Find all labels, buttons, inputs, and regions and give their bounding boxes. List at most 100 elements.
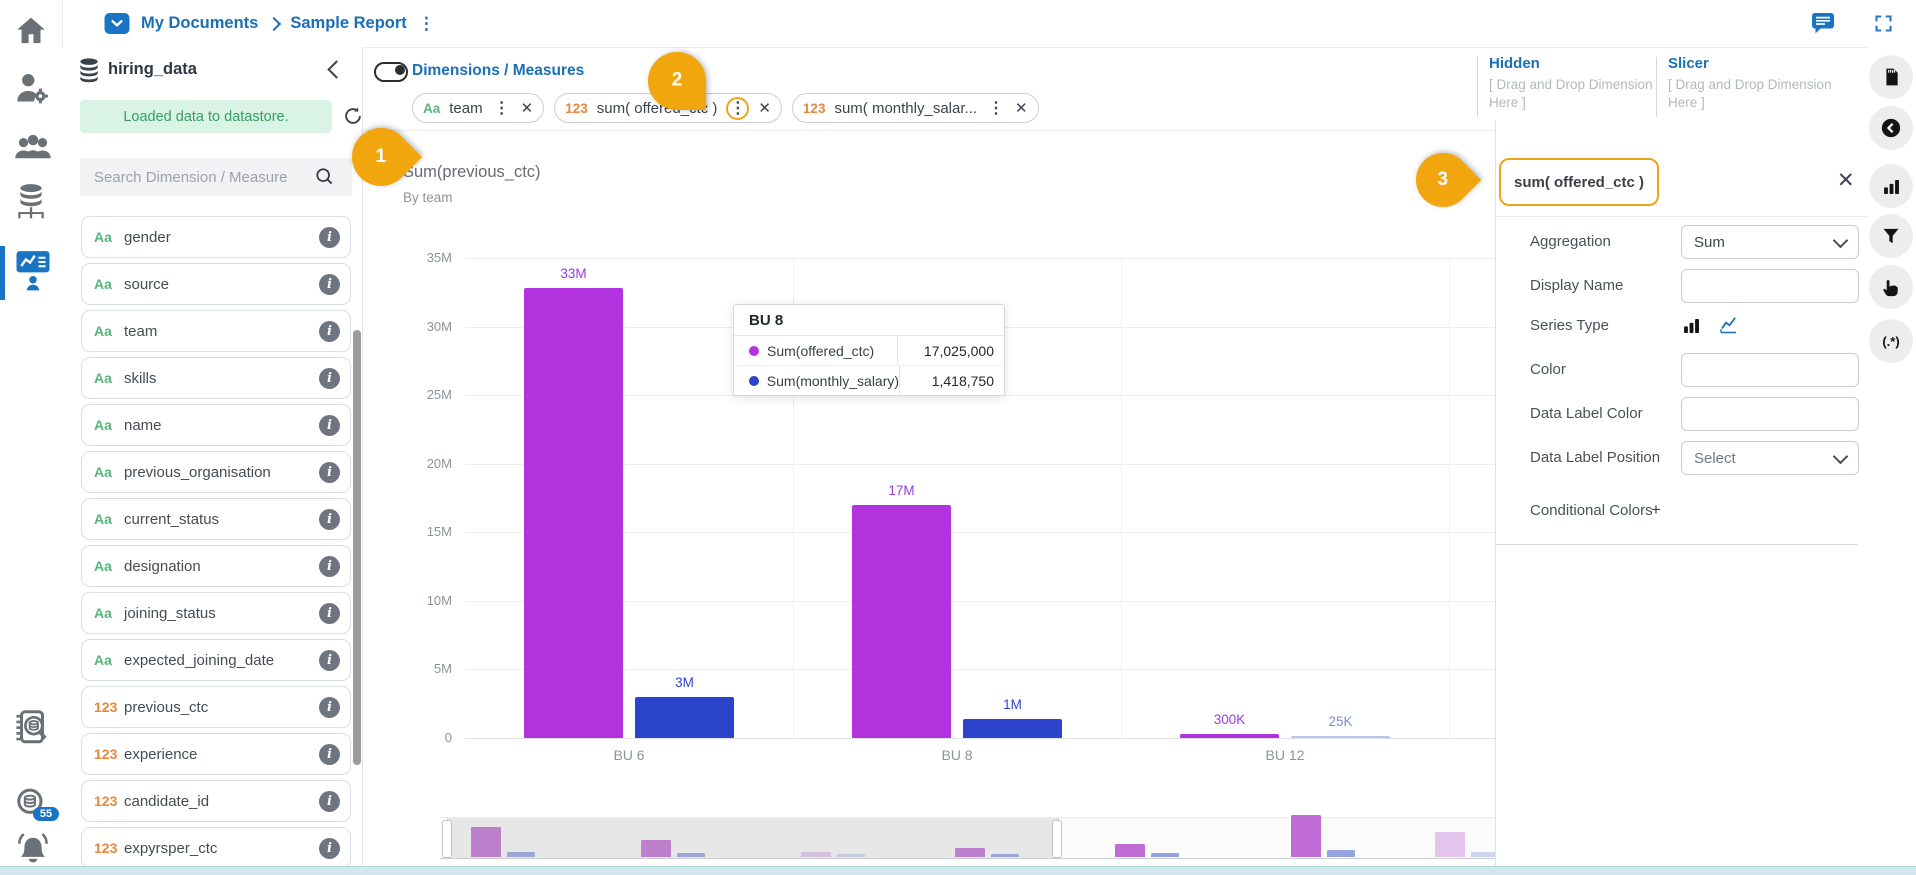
field-name[interactable]: Aanamei [81, 404, 351, 446]
display-name-input[interactable] [1681, 269, 1859, 303]
field-skills[interactable]: Aaskillsi [81, 357, 351, 399]
field-expyrsper_ctc[interactable]: 123expyrsper_ctci [81, 827, 351, 869]
datastore-icon[interactable] [14, 182, 48, 224]
chip-remove-icon[interactable]: ✕ [521, 99, 534, 117]
info-icon[interactable]: i [319, 556, 340, 577]
bar-BU 12-Sum(monthly_salary)[interactable] [1291, 736, 1390, 738]
field-name: expected_joining_date [124, 652, 319, 669]
fields-scrollbar[interactable] [353, 330, 361, 765]
info-icon[interactable]: i [319, 274, 340, 295]
groups-icon[interactable] [14, 132, 52, 164]
add-conditional-color-button[interactable]: + [1651, 500, 1661, 520]
bar-chart-icon [1881, 176, 1902, 197]
chip-menu-icon[interactable]: ⋮ [492, 98, 512, 118]
info-icon[interactable]: i [319, 697, 340, 718]
y-axis-tick: 15M [398, 524, 452, 539]
back-button[interactable] [1869, 106, 1913, 150]
selected-measure-title: sum( offered_ctc ) [1499, 158, 1659, 206]
field-joining_status[interactable]: Aajoining_statusi [81, 592, 351, 634]
info-icon[interactable]: i [319, 415, 340, 436]
info-icon[interactable]: i [319, 744, 340, 765]
field-experience[interactable]: 123experiencei [81, 733, 351, 775]
annotation-pin-2: 2 [648, 52, 706, 110]
breadcrumb-report-name[interactable]: Sample Report [290, 14, 406, 33]
refresh-data-button[interactable] [340, 103, 366, 129]
y-axis-tick: 0 [398, 730, 452, 745]
info-icon[interactable]: i [319, 791, 340, 812]
folder-icon[interactable] [104, 12, 130, 35]
chip-sum-monthly-salar-[interactable]: 123sum( monthly_salar...⋮✕ [792, 93, 1039, 123]
slicer-dropzone-title: Slicer [1668, 55, 1709, 72]
data-label-position-select[interactable]: Select [1681, 441, 1859, 475]
chart-type-button[interactable] [1869, 164, 1913, 208]
chart-navigator[interactable] [440, 817, 1495, 859]
field-source[interactable]: Aasourcei [81, 263, 351, 305]
field-expected_joining_date[interactable]: Aaexpected_joining_datei [81, 639, 351, 681]
close-panel-icon[interactable]: ✕ [1837, 168, 1855, 193]
info-icon[interactable]: i [319, 838, 340, 859]
field-team[interactable]: Aateami [81, 310, 351, 352]
navigator-left-handle[interactable] [442, 820, 452, 858]
aggregation-select[interactable]: Sum [1681, 225, 1859, 259]
app-window: My Documents Sample Report ⋮ 55 hiring_d… [0, 0, 1916, 875]
home-icon[interactable] [14, 14, 48, 48]
collapse-panel-icon[interactable] [327, 60, 345, 78]
bar-series-icon[interactable] [1681, 315, 1702, 336]
data-dictionary-search-icon[interactable] [14, 708, 50, 750]
bar-BU 8-Sum(monthly_salary)[interactable] [963, 719, 1062, 738]
slicer-dropzone-hint[interactable]: [ Drag and Drop Dimension Here ] [1668, 76, 1836, 112]
user-settings-icon[interactable] [14, 70, 50, 106]
report-builder-icon[interactable] [14, 248, 52, 292]
tooltip-row: Sum(offered_ctc)17,025,000 [734, 336, 1004, 366]
info-icon[interactable]: i [319, 368, 340, 389]
notifications-bell-icon[interactable] [14, 826, 52, 864]
data-label-color-input[interactable] [1681, 397, 1859, 431]
field-designation[interactable]: Aadesignationi [81, 545, 351, 587]
report-menu-icon[interactable]: ⋮ [418, 14, 435, 34]
info-icon[interactable]: i [319, 650, 340, 671]
navigator-right-handle[interactable] [1052, 820, 1062, 858]
tooltip-series-value: 1,418,750 [899, 366, 1004, 395]
line-series-icon[interactable] [1718, 314, 1743, 336]
tooltip-series-value: 17,025,000 [897, 336, 1004, 365]
field-name: joining_status [124, 605, 319, 622]
info-icon[interactable]: i [319, 603, 340, 624]
dimensions-toggle[interactable] [374, 62, 408, 82]
bar-BU 8-Sum(offered_ctc)[interactable] [852, 505, 951, 738]
chip-menu-icon[interactable]: ⋮ [726, 97, 749, 120]
number-type-icon: 123 [94, 699, 124, 715]
tooltip-row: Sum(monthly_salary)1,418,750 [734, 366, 1004, 395]
back-arrow-icon [1880, 117, 1902, 139]
info-icon[interactable]: i [319, 509, 340, 530]
breadcrumb-my-documents[interactable]: My Documents [141, 14, 258, 33]
bar-BU 6-Sum(offered_ctc)[interactable] [524, 288, 623, 738]
search-input[interactable] [92, 168, 314, 187]
x-axis-label: BU 6 [569, 747, 689, 763]
fullscreen-icon[interactable] [1873, 13, 1894, 34]
filter-button[interactable] [1869, 214, 1913, 258]
info-icon[interactable]: i [319, 462, 340, 483]
field-previous_ctc[interactable]: 123previous_ctci [81, 686, 351, 728]
info-icon[interactable]: i [319, 321, 340, 342]
search-icon[interactable] [314, 166, 336, 188]
select-tool-button[interactable] [1869, 265, 1913, 309]
bar-BU 12-Sum(offered_ctc)[interactable] [1180, 734, 1279, 738]
regex-button[interactable]: (.*) [1869, 319, 1913, 363]
hidden-dropzone-hint[interactable]: [ Drag and Drop Dimension Here ] [1489, 76, 1657, 112]
chip-menu-icon[interactable]: ⋮ [986, 98, 1006, 118]
field-candidate_id[interactable]: 123candidate_idi [81, 780, 351, 822]
bar-BU 6-Sum(monthly_salary)[interactable] [635, 697, 734, 738]
chip-remove-icon[interactable]: ✕ [1015, 99, 1028, 117]
field-previous_organisation[interactable]: Aaprevious_organisationi [81, 451, 351, 493]
color-input[interactable] [1681, 353, 1859, 387]
field-current_status[interactable]: Aacurrent_statusi [81, 498, 351, 540]
chip-team[interactable]: Aateam⋮✕ [412, 93, 544, 123]
hidden-dropzone-title: Hidden [1489, 55, 1540, 72]
info-icon[interactable]: i [319, 227, 340, 248]
navigator-selection[interactable] [447, 818, 1059, 858]
memory-card-button[interactable] [1869, 55, 1913, 99]
field-gender[interactable]: Aagenderi [81, 216, 351, 258]
chip-remove-icon[interactable]: ✕ [758, 99, 771, 117]
comments-icon[interactable] [1811, 12, 1835, 35]
x-axis-label: BU 8 [897, 747, 1017, 763]
